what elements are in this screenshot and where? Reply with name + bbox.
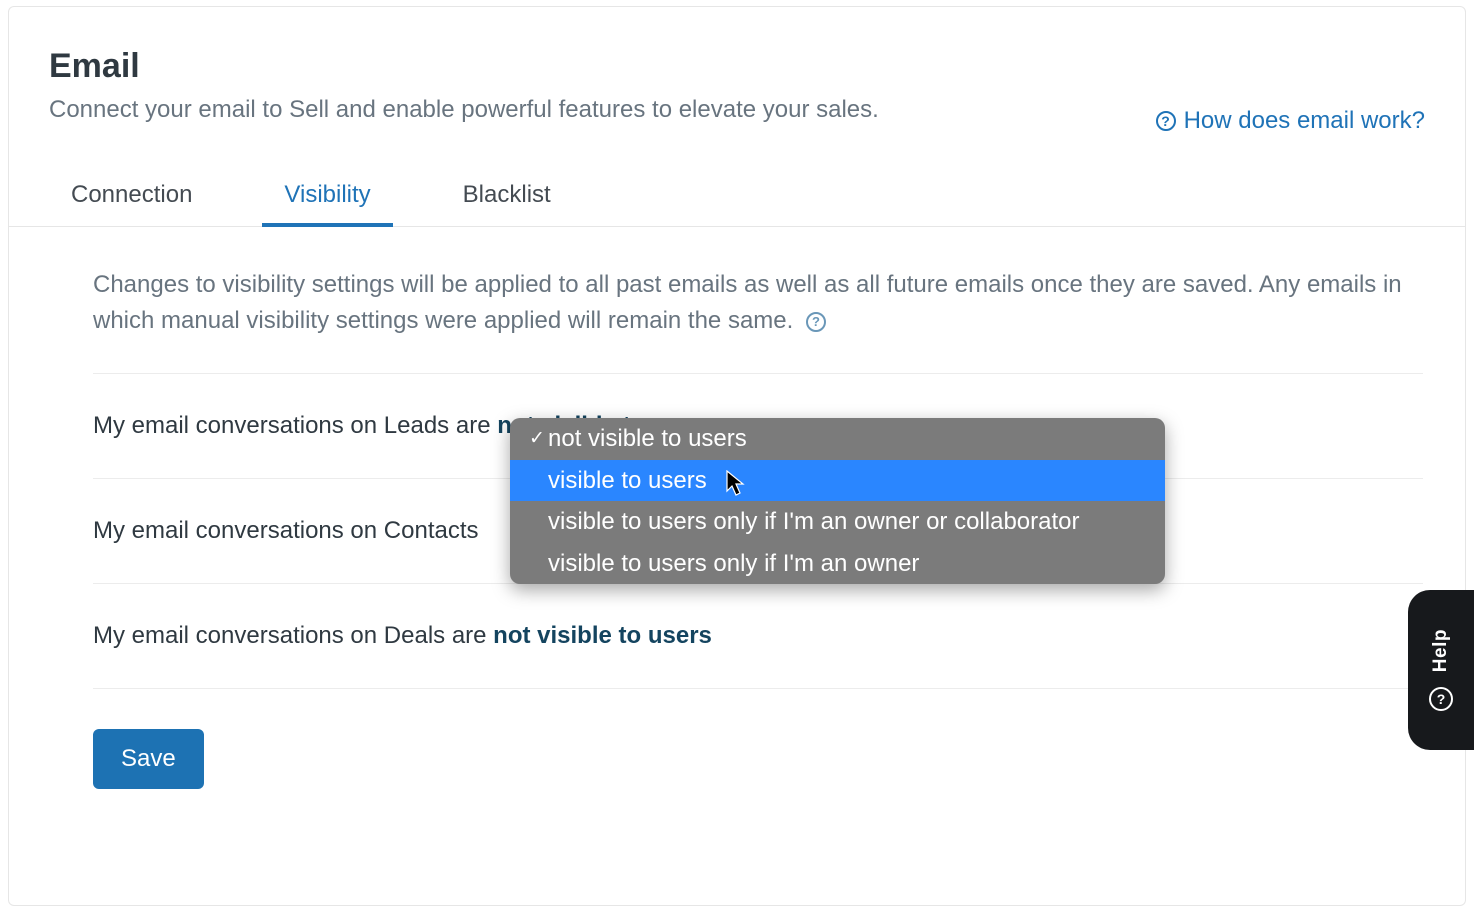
row-deals-label: My email conversations on Deals are bbox=[93, 622, 493, 649]
visibility-notice: Changes to visibility settings will be a… bbox=[93, 267, 1423, 374]
question-circle-icon: ? bbox=[1156, 111, 1176, 131]
dropdown-option-label: visible to users only if I'm an owner or… bbox=[548, 505, 1079, 539]
dropdown-option-label: visible to users bbox=[548, 464, 707, 498]
dropdown-option-label: visible to users only if I'm an owner bbox=[548, 547, 919, 581]
help-side-label: Help bbox=[1430, 629, 1452, 672]
help-link-label: How does email work? bbox=[1184, 107, 1425, 135]
question-circle-icon: ? bbox=[1429, 687, 1453, 711]
question-circle-icon[interactable]: ? bbox=[806, 312, 826, 332]
tab-connection[interactable]: Connection bbox=[49, 171, 214, 227]
header: Email Connect your email to Sell and ena… bbox=[9, 7, 1465, 135]
row-contacts-label: My email conversations on Contacts bbox=[93, 517, 479, 544]
save-button[interactable]: Save bbox=[93, 729, 204, 789]
dropdown-option-owner-collab[interactable]: visible to users only if I'm an owner or… bbox=[510, 501, 1165, 543]
help-side-tab[interactable]: Help ? bbox=[1408, 590, 1474, 750]
visibility-dropdown[interactable]: ✓ not visible to users visible to users … bbox=[510, 418, 1165, 584]
page-subtitle: Connect your email to Sell and enable po… bbox=[49, 94, 879, 126]
dropdown-option-owner[interactable]: visible to users only if I'm an owner bbox=[510, 543, 1165, 585]
page-title: Email bbox=[49, 47, 879, 86]
check-icon: ✓ bbox=[526, 426, 548, 453]
row-leads-label: My email conversations on Leads are bbox=[93, 412, 491, 439]
dropdown-option-not-visible[interactable]: ✓ not visible to users bbox=[510, 418, 1165, 460]
dropdown-option-label: not visible to users bbox=[548, 422, 747, 456]
tab-blacklist[interactable]: Blacklist bbox=[441, 171, 573, 227]
dropdown-option-visible[interactable]: visible to users bbox=[510, 460, 1165, 502]
help-link[interactable]: ? How does email work? bbox=[1156, 107, 1425, 135]
tab-visibility[interactable]: Visibility bbox=[262, 171, 392, 227]
visibility-notice-text: Changes to visibility settings will be a… bbox=[93, 271, 1402, 334]
row-deals: My email conversations on Deals are not … bbox=[93, 584, 1423, 689]
tabs: Connection Visibility Blacklist bbox=[9, 171, 1465, 227]
row-deals-value[interactable]: not visible to users bbox=[493, 622, 712, 649]
